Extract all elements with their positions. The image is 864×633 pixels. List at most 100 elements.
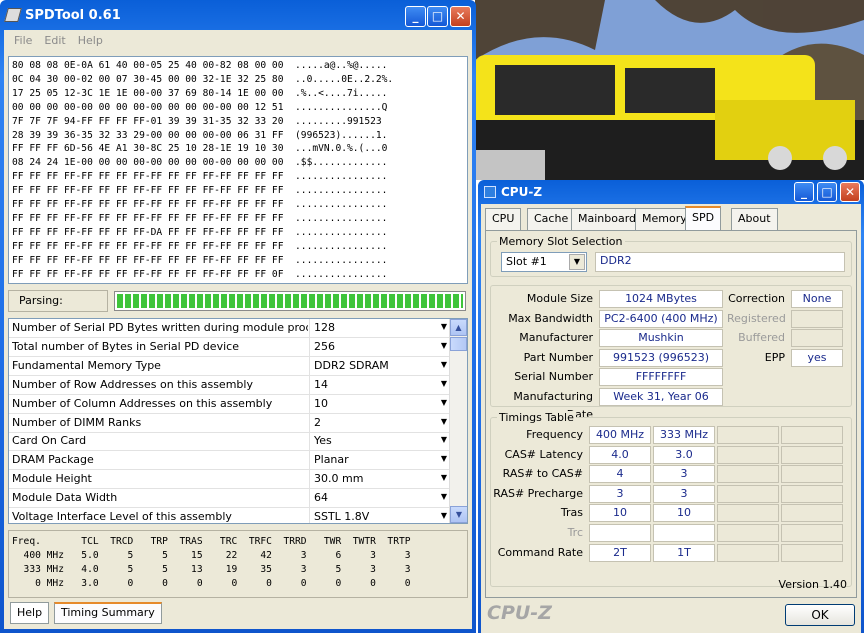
scroll-up-button[interactable]: ▲ [450, 319, 467, 336]
memory-slot-group-label: Memory Slot Selection [497, 235, 625, 248]
slot-type-field: DDR2 [595, 252, 845, 272]
timing-value-3 [717, 445, 779, 464]
field-value-dropdown[interactable]: 128 ▼ [309, 319, 449, 337]
scroll-down-button[interactable]: ▼ [450, 506, 467, 523]
buffered-label: Buffered [738, 331, 785, 344]
field-value: 256 [314, 339, 335, 353]
field-value-dropdown[interactable]: SSTL 1.8V ▼ [309, 508, 449, 523]
chevron-down-icon[interactable]: ▼ [441, 360, 447, 369]
cpuz-icon [484, 186, 496, 198]
timing-value-4 [781, 445, 843, 464]
field-value-dropdown[interactable]: 10 ▼ [309, 394, 449, 413]
hex-line: 00 00 00 00-00 00 00 00-00 00 00 00-00 0… [12, 101, 388, 113]
tab-help[interactable]: Help [10, 602, 50, 624]
menu-edit[interactable]: Edit [44, 34, 65, 47]
field-value-dropdown[interactable]: 14 ▼ [309, 375, 449, 394]
field-row[interactable]: Total number of Bytes in Serial PD devic… [9, 337, 449, 357]
chevron-down-icon[interactable]: ▼ [441, 417, 447, 426]
field-value-dropdown[interactable]: DDR2 SDRAM ▼ [309, 356, 449, 375]
hex-line: FF FF FF FF-FF FF FF FF-FF FF FF FF-FF F… [12, 199, 388, 211]
field-row[interactable]: Fundamental Memory Type DDR2 SDRAM ▼ [9, 356, 449, 376]
vertical-scrollbar[interactable]: ▲ ▼ [449, 319, 467, 523]
parsing-row: Parsing: [8, 290, 468, 312]
field-row[interactable]: Voltage Interface Level of this assembly… [9, 508, 449, 523]
chevron-down-icon[interactable]: ▼ [569, 254, 585, 270]
timing-value-2: 3 [653, 465, 715, 484]
tab-spd[interactable]: SPD [685, 206, 722, 230]
field-row[interactable]: Number of Serial PD Bytes written during… [9, 319, 449, 338]
menu-file[interactable]: File [14, 34, 32, 47]
field-value-dropdown[interactable]: 30.0 mm ▼ [309, 470, 449, 489]
menu-help[interactable]: Help [78, 34, 103, 47]
scroll-thumb[interactable] [450, 337, 467, 351]
field-value-dropdown[interactable]: 256 ▼ [309, 337, 449, 356]
field-label: Total number of Bytes in Serial PD devic… [12, 339, 239, 353]
timing-value-4 [781, 504, 843, 523]
cpuz-maximize-button[interactable]: □ [817, 182, 837, 202]
part-number-value: 991523 (996523) [599, 349, 723, 367]
timing-value-1: 3 [589, 484, 651, 503]
cpuz-minimize-button[interactable]: _ [794, 182, 814, 202]
chevron-down-icon[interactable]: ▼ [441, 435, 447, 444]
field-row[interactable]: Number of Column Addresses on this assem… [9, 394, 449, 414]
chevron-down-icon[interactable]: ▼ [441, 473, 447, 482]
close-button[interactable]: ✕ [450, 6, 471, 27]
module-size-label: Module Size [526, 292, 593, 305]
minimize-button[interactable]: _ [405, 6, 426, 27]
tab-timing-summary[interactable]: Timing Summary [54, 602, 162, 624]
field-label: Card On Card [12, 434, 87, 448]
hex-line: 80 08 08 0E-0A 61 40 00-05 25 40 00-82 0… [12, 60, 388, 71]
timing-value-1: 4 [589, 465, 651, 484]
chevron-down-icon[interactable]: ▼ [441, 379, 447, 388]
spd-field-list[interactable]: Number of Serial PD Bytes written during… [8, 318, 468, 524]
field-label: Module Data Width [12, 491, 118, 505]
chevron-down-icon[interactable]: ▼ [441, 322, 447, 331]
tab-about[interactable]: About [731, 208, 778, 230]
spd-tab-panel: Memory Slot Selection Slot #1 ▼ DDR2 Mod… [485, 230, 857, 598]
field-value: Yes [314, 434, 332, 448]
field-value-dropdown[interactable]: Planar ▼ [309, 451, 449, 470]
ok-button[interactable]: OK [785, 604, 855, 626]
chevron-down-icon[interactable]: ▼ [441, 454, 447, 463]
timing-summary-panel: Freq. TCL TRCD TRP TRAS TRC TRFC TRRD TW… [8, 530, 468, 598]
field-row[interactable]: Number of Row Addresses on this assembly… [9, 375, 449, 395]
registered-value [791, 310, 843, 328]
field-value: SSTL 1.8V [314, 510, 370, 523]
field-row[interactable]: DRAM Package Planar ▼ [9, 451, 449, 471]
field-value: 128 [314, 321, 335, 334]
tab-cache[interactable]: Cache [527, 208, 576, 230]
field-row[interactable]: Module Data Width 64 ▼ [9, 489, 449, 509]
timing-value-3 [717, 543, 779, 562]
cpuz-window: CPU-Z _ □ ✕ CPU Cache Mainboard Memory S… [478, 180, 864, 633]
timing-summary-line: 400 MHz 5.0 5 5 15 22 42 3 6 3 3 [12, 550, 411, 561]
field-value: DDR2 SDRAM [314, 358, 389, 372]
timing-value-2: 3 [653, 484, 715, 503]
hex-line: FF FF FF FF-FF FF FF FF-DA FF FF FF-FF F… [12, 226, 388, 238]
chevron-down-icon[interactable]: ▼ [441, 511, 447, 520]
timing-label: Tras [560, 506, 583, 520]
memory-slot-group: Memory Slot Selection Slot #1 ▼ DDR2 [490, 235, 852, 277]
timing-value-2: 3.0 [653, 445, 715, 464]
buffered-value [791, 329, 843, 347]
cpuz-close-button[interactable]: ✕ [840, 182, 860, 202]
field-label: DRAM Package [12, 453, 94, 467]
spdtool-client: File Edit Help 80 08 08 0E-0A 61 40 00-0… [4, 30, 472, 629]
field-row[interactable]: Module Height 30.0 mm ▼ [9, 470, 449, 490]
hex-dump-view[interactable]: 80 08 08 0E-0A 61 40 00-05 25 40 00-82 0… [8, 56, 468, 284]
tab-mainboard[interactable]: Mainboard [571, 208, 644, 230]
field-value-dropdown[interactable]: Yes ▼ [309, 432, 449, 451]
maximize-button[interactable]: □ [427, 6, 448, 27]
field-value-dropdown[interactable]: 64 ▼ [309, 489, 449, 508]
chevron-down-icon[interactable]: ▼ [441, 398, 447, 407]
max-bandwidth-value: PC2-6400 (400 MHz) [599, 310, 723, 328]
serial-number-value: FFFFFFFF [599, 368, 723, 386]
chevron-down-icon[interactable]: ▼ [441, 492, 447, 501]
field-row[interactable]: Number of DIMM Ranks 2 ▼ [9, 413, 449, 433]
field-row[interactable]: Card On Card Yes ▼ [9, 432, 449, 452]
field-value-dropdown[interactable]: 2 ▼ [309, 413, 449, 432]
slot-select[interactable]: Slot #1 ▼ [501, 252, 587, 272]
timings-table-label: Timings Table [497, 411, 576, 424]
timing-value-2: 1T [653, 543, 715, 562]
tab-cpu[interactable]: CPU [485, 208, 522, 230]
chevron-down-icon[interactable]: ▼ [441, 341, 447, 350]
